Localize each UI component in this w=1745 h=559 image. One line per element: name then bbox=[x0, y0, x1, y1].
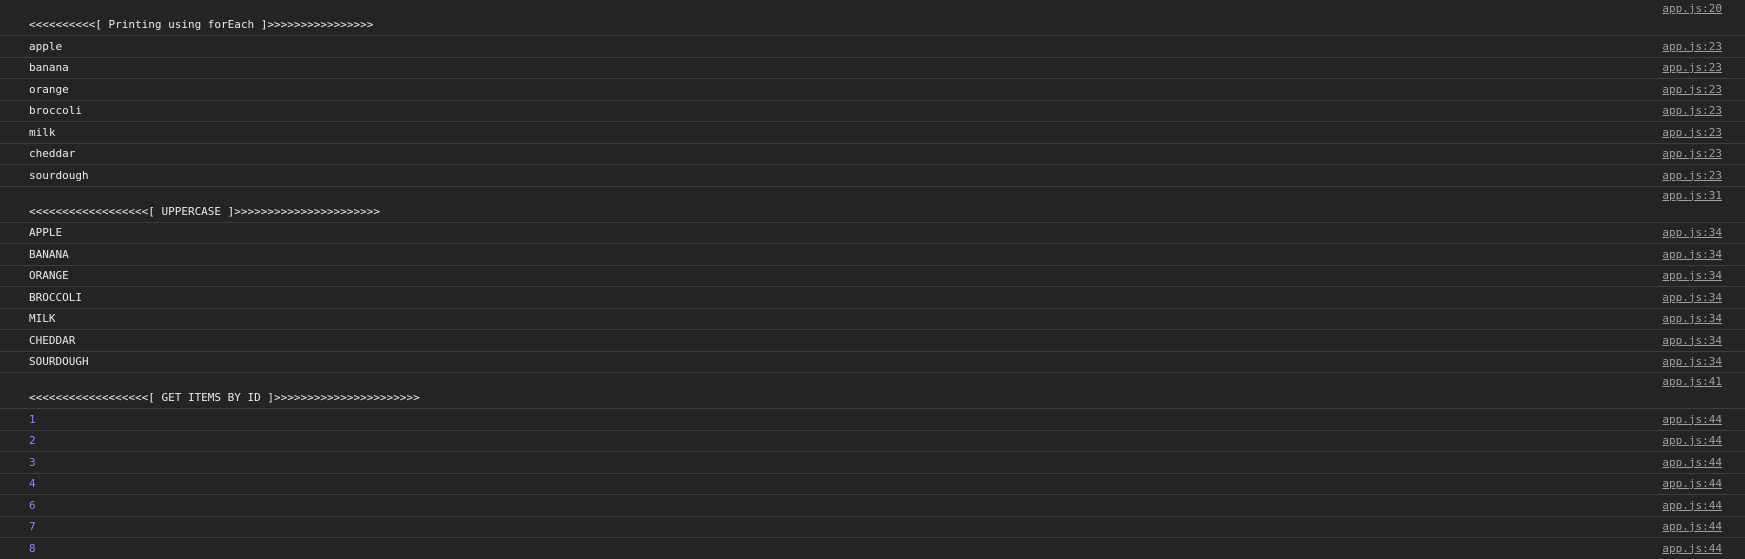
console-message: SOURDOUGH app.js:34 bbox=[0, 352, 1745, 373]
console-message: 3 app.js:44 bbox=[0, 452, 1745, 474]
source-link[interactable]: app.js:34 bbox=[1662, 291, 1722, 304]
console-number-value: 8 bbox=[29, 541, 36, 555]
console-message-text: MILK bbox=[29, 312, 56, 325]
source-link[interactable]: app.js:34 bbox=[1662, 248, 1722, 261]
console-number-value: 7 bbox=[29, 520, 36, 533]
source-link[interactable]: app.js:44 bbox=[1662, 477, 1722, 490]
console-message-text: <<<<<<<<<<[ Printing using forEach ]>>>>… bbox=[29, 18, 374, 31]
console-group-header: <<<<<<<<<<<<<<<<<<[ UPPERCASE ]>>>>>>>>>… bbox=[0, 187, 1745, 223]
console-number-value: 2 bbox=[29, 434, 36, 447]
source-link[interactable]: app.js:44 bbox=[1662, 520, 1722, 533]
console-message-text: CHEDDAR bbox=[29, 333, 76, 347]
console-message-text: <<<<<<<<<<<<<<<<<<[ GET ITEMS BY ID ]>>>… bbox=[29, 391, 420, 404]
console-message: 1 app.js:44 bbox=[0, 409, 1745, 431]
source-link[interactable]: app.js:34 bbox=[1662, 312, 1722, 325]
console-message-text: APPLE bbox=[29, 226, 63, 239]
source-link[interactable]: app.js:23 bbox=[1662, 169, 1722, 182]
console-message-text: orange bbox=[29, 82, 69, 96]
console-number-value: 6 bbox=[29, 498, 36, 512]
console-message: banana app.js:23 bbox=[0, 58, 1745, 79]
source-link[interactable]: app.js:44 bbox=[1662, 542, 1722, 555]
source-link[interactable]: app.js:31 bbox=[1662, 189, 1722, 202]
console-message-text: cheddar bbox=[29, 147, 76, 160]
console-message: 6 app.js:44 bbox=[0, 495, 1745, 517]
source-link[interactable]: app.js:23 bbox=[1662, 104, 1722, 117]
source-link[interactable]: app.js:34 bbox=[1662, 226, 1722, 239]
source-link[interactable]: app.js:44 bbox=[1662, 499, 1722, 512]
console-message: APPLE app.js:34 bbox=[0, 223, 1745, 244]
console-number-value: 3 bbox=[29, 455, 36, 469]
console-message-text: <<<<<<<<<<<<<<<<<<[ UPPERCASE ]>>>>>>>>>… bbox=[29, 204, 380, 218]
console-message: apple app.js:23 bbox=[0, 36, 1745, 58]
console-message: sourdough app.js:23 bbox=[0, 165, 1745, 187]
source-link[interactable]: app.js:23 bbox=[1662, 147, 1722, 160]
console-message-text: broccoli bbox=[29, 104, 82, 117]
source-link[interactable]: app.js:23 bbox=[1662, 126, 1722, 139]
source-link[interactable]: app.js:44 bbox=[1662, 413, 1722, 426]
source-link[interactable]: app.js:44 bbox=[1662, 434, 1722, 447]
console-message-text: BROCCOLI bbox=[29, 290, 82, 304]
console-message: orange app.js:23 bbox=[0, 79, 1745, 101]
console-message-text: ORANGE bbox=[29, 269, 69, 282]
console-message: 8 app.js:44 bbox=[0, 538, 1745, 559]
console-group-header: <<<<<<<<<<[ Printing using forEach ]>>>>… bbox=[0, 0, 1745, 36]
console-number-value: 4 bbox=[29, 477, 36, 490]
console-message: broccoli app.js:23 bbox=[0, 101, 1745, 122]
console-message: cheddar app.js:23 bbox=[0, 144, 1745, 165]
source-link[interactable]: app.js:23 bbox=[1662, 40, 1722, 53]
console-message: BROCCOLI app.js:34 bbox=[0, 287, 1745, 309]
source-link[interactable]: app.js:34 bbox=[1662, 355, 1722, 368]
console-message: 2 app.js:44 bbox=[0, 431, 1745, 452]
source-link[interactable]: app.js:41 bbox=[1662, 375, 1722, 388]
console-message-text: SOURDOUGH bbox=[29, 355, 89, 368]
console-group-header: <<<<<<<<<<<<<<<<<<[ GET ITEMS BY ID ]>>>… bbox=[0, 373, 1745, 409]
console-message-text: apple bbox=[29, 39, 63, 53]
console-message-text: sourdough bbox=[29, 168, 89, 182]
console-message: CHEDDAR app.js:34 bbox=[0, 330, 1745, 352]
console-message: milk app.js:23 bbox=[0, 122, 1745, 144]
console-message: MILK app.js:34 bbox=[0, 309, 1745, 330]
console-message-text: banana bbox=[29, 61, 69, 74]
console-message: ORANGE app.js:34 bbox=[0, 266, 1745, 287]
console-message: BANANA app.js:34 bbox=[0, 244, 1745, 266]
console-message-text: BANANA bbox=[29, 247, 69, 261]
source-link[interactable]: app.js:34 bbox=[1662, 334, 1722, 347]
source-link[interactable]: app.js:20 bbox=[1662, 2, 1722, 15]
source-link[interactable]: app.js:23 bbox=[1662, 83, 1722, 96]
console-message: 7 app.js:44 bbox=[0, 517, 1745, 538]
console-message: 4 app.js:44 bbox=[0, 474, 1745, 495]
console-message-text: milk bbox=[29, 125, 56, 139]
source-link[interactable]: app.js:23 bbox=[1662, 61, 1722, 74]
source-link[interactable]: app.js:34 bbox=[1662, 269, 1722, 282]
source-link[interactable]: app.js:44 bbox=[1662, 456, 1722, 469]
console-number-value: 1 bbox=[29, 412, 36, 426]
console-log-panel: <<<<<<<<<<[ Printing using forEach ]>>>>… bbox=[0, 0, 1745, 559]
